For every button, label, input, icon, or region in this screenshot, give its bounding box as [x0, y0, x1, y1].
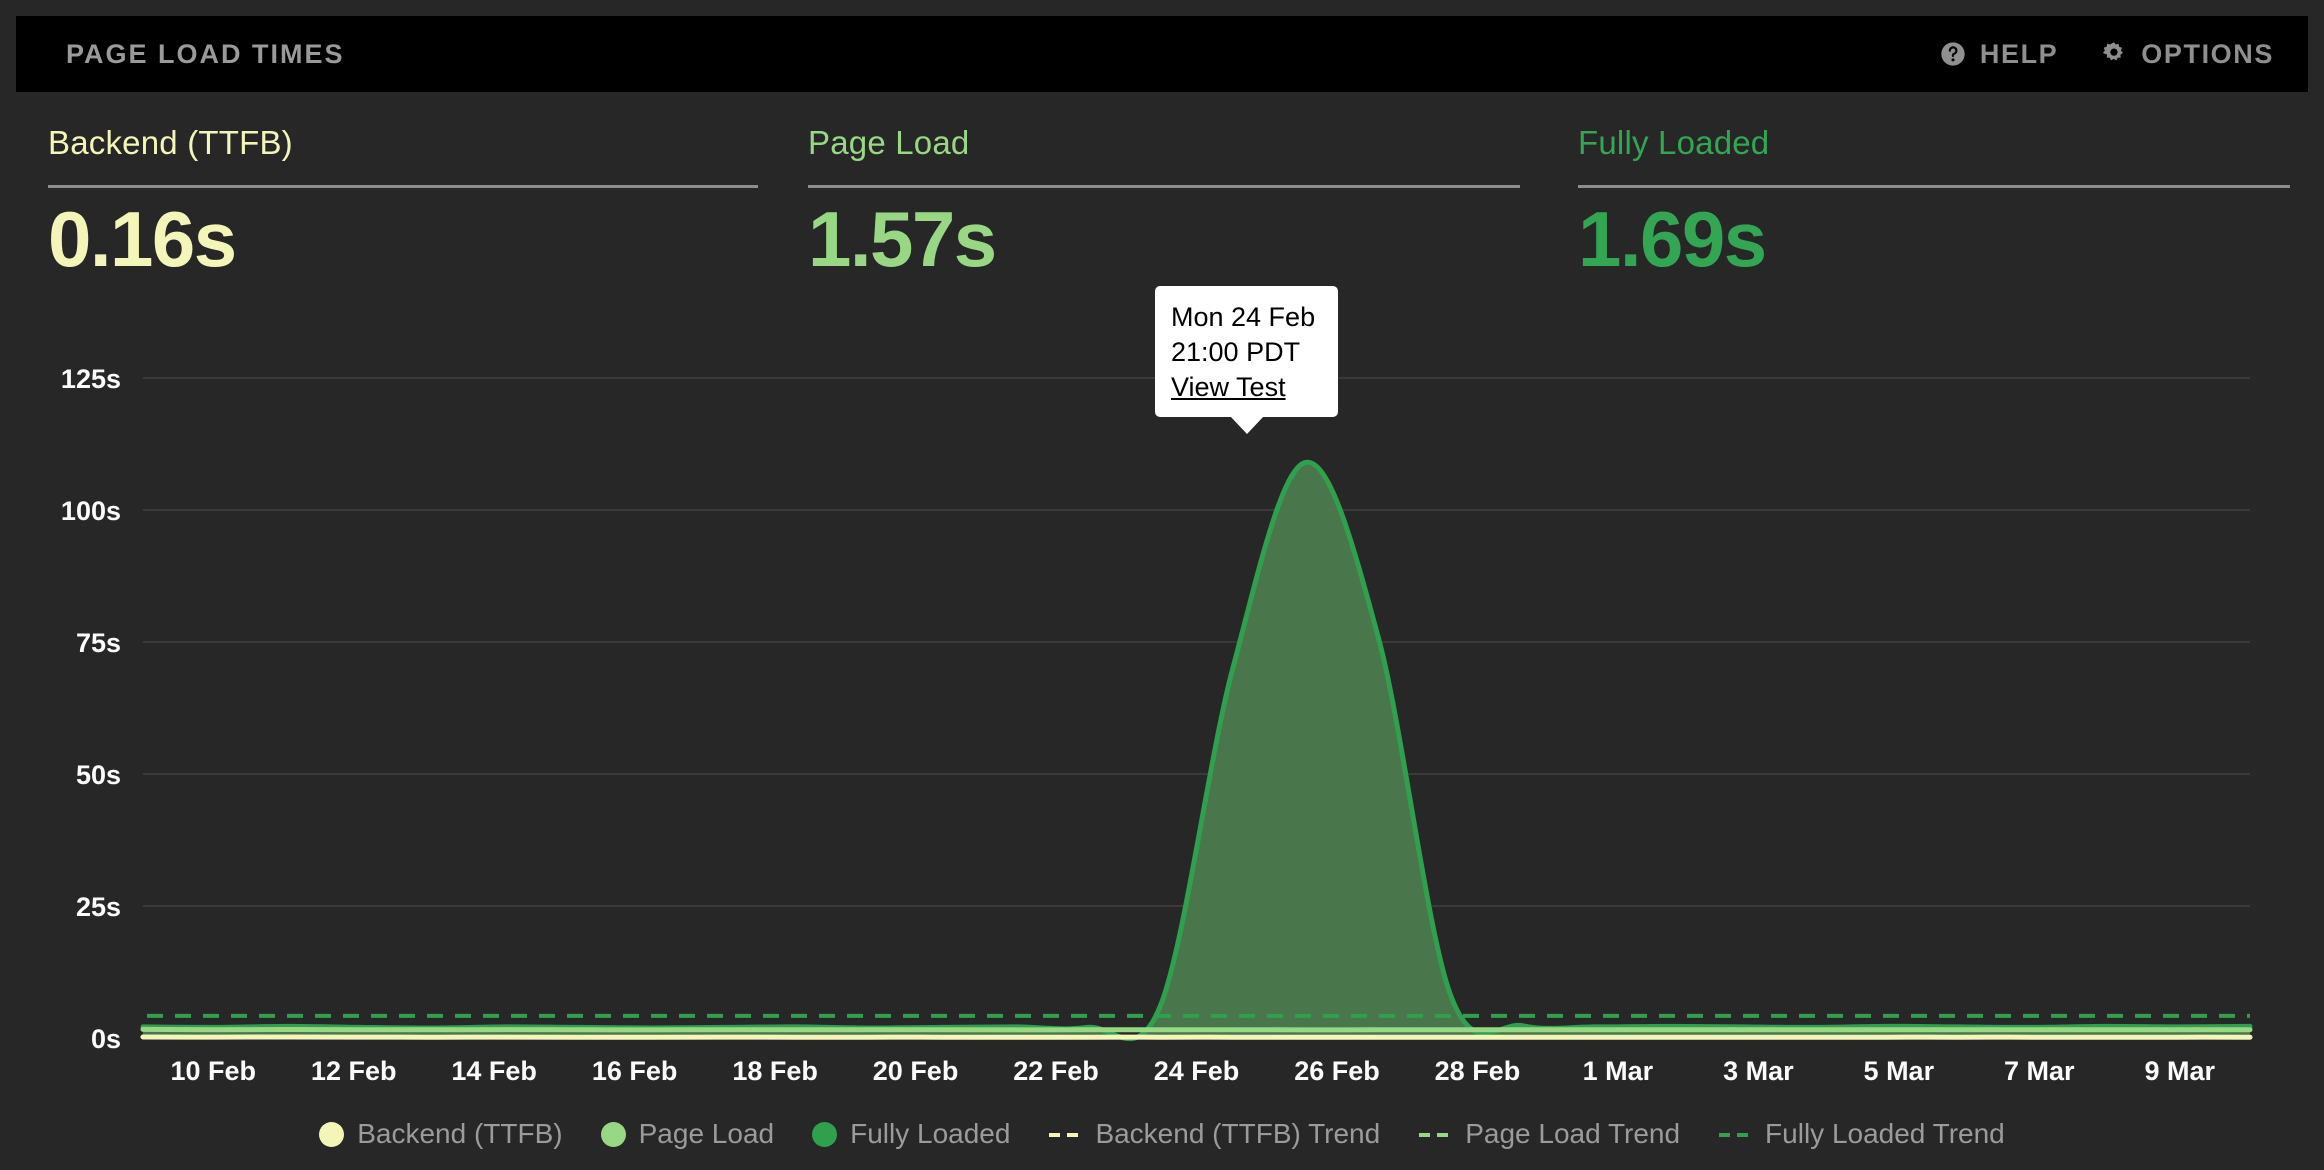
metric-value: 1.57s	[808, 195, 997, 283]
y-axis-tick-label: 125s	[61, 364, 121, 394]
legend-item[interactable]: Backend (TTFB) Trend	[1048, 1118, 1380, 1150]
page-load-times-chart: 0s 25s 50s 75s 100s 125s 10 Feb 12 Feb 14 Feb 16 …	[0, 286, 2324, 1170]
tooltip-date: Mon 24 Feb	[1171, 302, 1316, 332]
x-axis-tick-label: 20 Feb	[873, 1056, 959, 1086]
legend-label: Backend (TTFB) Trend	[1095, 1118, 1381, 1149]
y-axis-tick-label: 0s	[91, 1024, 121, 1054]
metric-label: Fully Loaded	[1578, 124, 1770, 161]
metric-divider	[48, 185, 758, 188]
page-title: PAGE LOAD TIMES	[66, 38, 345, 69]
x-axis-tick-label: 24 Feb	[1154, 1056, 1240, 1086]
x-axis-tick-label: 7 Mar	[2004, 1056, 2075, 1086]
legend-item[interactable]: Page Load Trend	[1418, 1118, 1680, 1150]
legend-dot-icon	[600, 1121, 626, 1147]
app-header: PAGE LOAD TIMES HELP OPTIONS	[16, 16, 2308, 92]
metric-divider	[808, 185, 1520, 188]
x-axis-tick-label: 16 Feb	[592, 1056, 678, 1086]
options-label: OPTIONS	[2141, 38, 2274, 69]
options-button[interactable]: OPTIONS	[2100, 39, 2274, 70]
y-axis-tick-label: 25s	[76, 892, 121, 922]
legend-item[interactable]: Fully Loaded Trend	[1718, 1118, 2005, 1150]
x-axis-tick-label: 18 Feb	[732, 1056, 818, 1086]
help-circle-icon	[1939, 40, 1967, 68]
metric-value: 0.16s	[48, 195, 237, 283]
metric-cards: Backend (TTFB) 0.16s Page Load 1.57s Ful…	[0, 126, 2324, 286]
x-axis-tick-label: 5 Mar	[1864, 1056, 1935, 1086]
metric-label: Backend (TTFB)	[48, 124, 293, 161]
y-axis-tick-label: 50s	[76, 760, 121, 790]
legend-label: Fully Loaded	[850, 1118, 1011, 1149]
gear-icon	[2100, 40, 2128, 68]
x-axis-tick-label: 28 Feb	[1435, 1056, 1521, 1086]
metric-divider	[1578, 185, 2290, 188]
view-test-link[interactable]: View Test	[1171, 370, 1286, 405]
x-axis-tick-label: 26 Feb	[1294, 1056, 1380, 1086]
legend-dot-icon	[319, 1121, 345, 1147]
x-axis-tick-label: 3 Mar	[1723, 1056, 1794, 1086]
legend-label: Page Load Trend	[1465, 1118, 1681, 1149]
y-axis-tick-label: 75s	[76, 628, 121, 658]
legend-item[interactable]: Backend (TTFB)	[319, 1118, 563, 1150]
legend-label: Page Load	[638, 1118, 775, 1149]
metric-card-backend-ttfb: Backend (TTFB) 0.16s	[0, 126, 760, 286]
x-axis-tick-label: 12 Feb	[311, 1056, 397, 1086]
tooltip-time: 21:00 PDT	[1171, 337, 1301, 368]
series-area-fully-loaded	[143, 462, 2250, 1039]
series-line-page-load[interactable]	[140, 1026, 2253, 1033]
y-axis-tick-label: 100s	[61, 496, 121, 526]
tooltip-arrow-icon	[1229, 416, 1264, 435]
metric-value: 1.69s	[1578, 195, 1767, 283]
metric-label: Page Load	[808, 124, 970, 161]
legend-dash-icon	[1418, 1122, 1452, 1146]
legend-label: Fully Loaded Trend	[1765, 1118, 2005, 1149]
x-axis-tick-label: 22 Feb	[1013, 1056, 1099, 1086]
help-label: HELP	[1979, 38, 2059, 69]
help-button[interactable]: HELP	[1939, 39, 2058, 70]
legend-label: Backend (TTFB)	[357, 1118, 563, 1149]
metric-card-page-load: Page Load 1.57s	[760, 126, 1530, 286]
x-axis-tick-label: 1 Mar	[1583, 1056, 1654, 1086]
legend-dot-icon	[812, 1121, 838, 1147]
legend-item[interactable]: Fully Loaded	[812, 1118, 1010, 1150]
legend-dash-icon	[1718, 1122, 1752, 1146]
legend-dash-icon	[1048, 1122, 1082, 1146]
header-actions: HELP OPTIONS	[1939, 39, 2274, 70]
chart-canvas[interactable]: 0s 25s 50s 75s 100s 125s 10 Feb 12 Feb 14 Feb 16 …	[0, 286, 2324, 1170]
x-axis-tick-label: 10 Feb	[170, 1056, 256, 1086]
chart-legend: Backend (TTFB) Page Load Fully Loaded Backe…	[0, 1118, 2324, 1150]
x-axis-tick-label: 14 Feb	[451, 1056, 537, 1086]
chart-tooltip: Mon 24 Feb 21:00 PDT View Test	[1155, 286, 1338, 435]
legend-item[interactable]: Page Load	[600, 1118, 775, 1150]
x-axis-tick-label: 9 Mar	[2144, 1056, 2215, 1086]
metric-card-fully-loaded: Fully Loaded 1.69s	[1530, 126, 2324, 286]
